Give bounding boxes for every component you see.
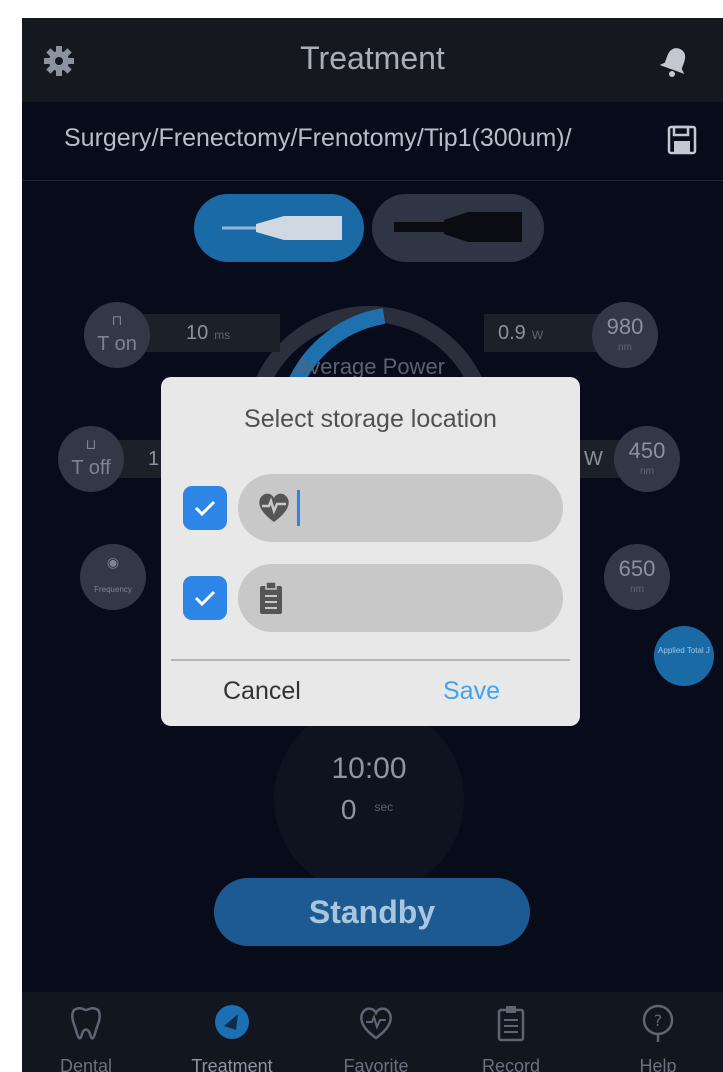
heart-pulse-icon	[259, 493, 289, 522]
checkbox-record[interactable]	[183, 576, 227, 620]
record-name-input[interactable]	[238, 564, 563, 632]
checkmark-icon	[194, 500, 216, 517]
clipboard-icon	[260, 581, 282, 614]
favorite-name-input[interactable]	[238, 474, 563, 542]
cancel-button[interactable]: Cancel	[223, 677, 301, 706]
dialog-title: Select storage location	[244, 405, 497, 433]
storage-location-dialog: Select storage location Cancel Save	[161, 377, 580, 726]
checkmark-icon	[194, 590, 216, 607]
text-caret	[297, 490, 300, 526]
app-screen: Treatment Surgery/Frenectomy/Frenotomy/T…	[22, 18, 723, 1072]
checkbox-favorite[interactable]	[183, 486, 227, 530]
dialog-divider	[171, 659, 570, 661]
save-button[interactable]: Save	[443, 677, 500, 706]
